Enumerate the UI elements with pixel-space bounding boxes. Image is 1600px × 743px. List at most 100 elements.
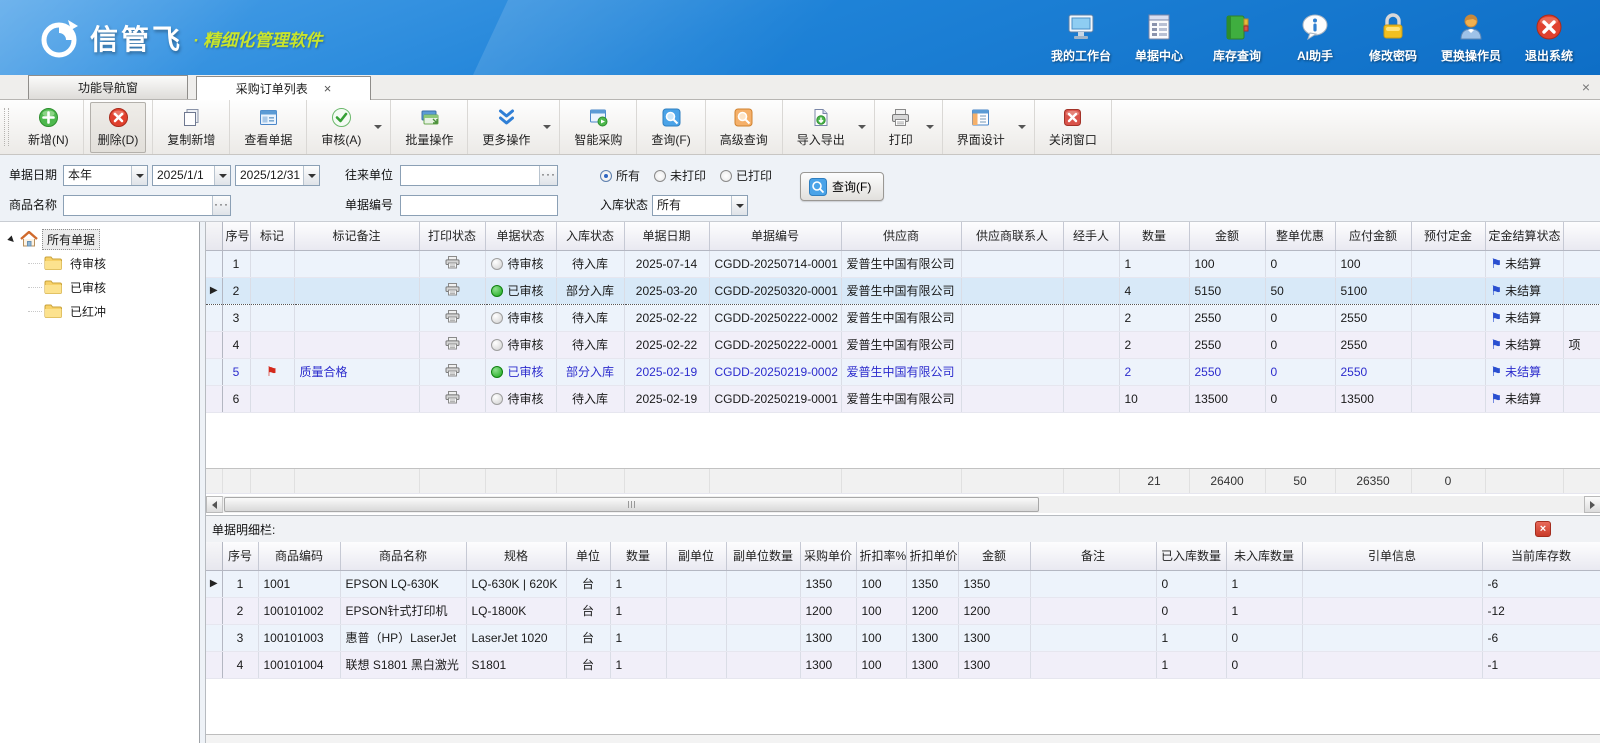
number-input[interactable] xyxy=(401,196,557,215)
close-icon[interactable]: × xyxy=(1535,521,1551,537)
toolbar-adv-query-button[interactable]: 高级查询 xyxy=(706,100,783,154)
tree-item-approved[interactable]: 已审核 xyxy=(0,275,199,299)
print-radio-所有[interactable]: 所有 xyxy=(600,167,640,184)
tab-nav[interactable]: 功能导航窗 xyxy=(28,75,188,99)
order-row[interactable]: 4待审核待入库2025-02-22CGDD-20250222-0001爱普生中国… xyxy=(206,331,1600,358)
detail-col-header[interactable]: 商品名称 xyxy=(340,542,466,570)
orders-col-header[interactable]: 数量 xyxy=(1119,222,1189,250)
detail-col-header[interactable]: 单位 xyxy=(566,542,610,570)
detail-col-header[interactable]: 数量 xyxy=(610,542,666,570)
toolbar-audit-button[interactable]: 审核(A) xyxy=(307,100,391,154)
detail-col-header[interactable]: 已入库数量 xyxy=(1156,542,1226,570)
tree-item-reversed[interactable]: 已红冲 xyxy=(0,299,199,323)
detail-col-header[interactable]: 备注 xyxy=(1030,542,1156,570)
chevron-down-icon[interactable] xyxy=(543,125,551,129)
order-row[interactable]: ▶2已审核部分入库2025-03-20CGDD-20250320-0001爱普生… xyxy=(206,277,1600,304)
toolbar-delete-button[interactable]: 删除(D) xyxy=(84,100,154,154)
partner-input[interactable] xyxy=(401,166,539,185)
detail-row[interactable]: 3100101003惠普（HP）LaserJetLaserJet 1020台11… xyxy=(206,624,1600,651)
toolbar-imp-exp-button[interactable]: 导入导出 xyxy=(783,100,875,154)
chevron-down-icon[interactable] xyxy=(1018,125,1026,129)
quick-action-operator[interactable]: 更换操作员 xyxy=(1432,10,1510,64)
quick-action-ai[interactable]: AI助手 xyxy=(1276,10,1354,64)
tab-close-icon[interactable]: × xyxy=(324,84,332,94)
detail-col-header[interactable]: 引单信息 xyxy=(1302,542,1482,570)
query-button[interactable]: 查询(F) xyxy=(800,172,884,201)
storage-select[interactable]: 所有 xyxy=(652,195,748,216)
detail-col-header[interactable]: 当前库存数 xyxy=(1482,542,1600,570)
detail-row[interactable]: ▶11001EPSON LQ-630KLQ-630K | 620K台113501… xyxy=(206,570,1600,597)
detail-row[interactable]: 4100101004联想 S1801 黑白激光S1801台11300100130… xyxy=(206,651,1600,678)
quick-action-inventory[interactable]: 库存查询 xyxy=(1198,10,1276,64)
orders-col-header[interactable] xyxy=(1563,222,1600,250)
detail-col-header[interactable]: 折扣率% xyxy=(856,542,906,570)
tab-orders[interactable]: 采购订单列表× xyxy=(196,76,371,100)
toolbar-batch-button[interactable]: 批量操作 xyxy=(391,100,468,154)
orders-col-header[interactable]: 标记备注 xyxy=(294,222,419,250)
orders-col-header[interactable]: 经手人 xyxy=(1063,222,1119,250)
detail-col-header[interactable]: 采购单价 xyxy=(800,542,856,570)
orders-col-header[interactable]: 打印状态 xyxy=(419,222,485,250)
tree-item-all[interactable]: ▶所有单据 xyxy=(0,227,199,251)
orders-col-header[interactable]: 预付定金 xyxy=(1411,222,1485,250)
product-input[interactable] xyxy=(64,196,212,215)
orders-col-header[interactable]: 序号 xyxy=(222,222,250,250)
scrollbar-thumb[interactable] xyxy=(224,497,1039,512)
detail-col-header[interactable]: 未入库数量 xyxy=(1226,542,1302,570)
ellipsis-button[interactable]: ··· xyxy=(539,166,557,185)
toolbar-ui-design-button[interactable]: 界面设计 xyxy=(943,100,1035,154)
orders-col-header[interactable]: 应付金额 xyxy=(1335,222,1411,250)
detail-col-header[interactable]: 折扣单价 xyxy=(906,542,958,570)
orders-col-header[interactable]: 单据日期 xyxy=(624,222,709,250)
chevron-down-icon[interactable] xyxy=(926,125,934,129)
scroll-right-icon[interactable] xyxy=(1584,496,1600,513)
order-row[interactable]: 6待审核待入库2025-02-19CGDD-20250219-0001爱普生中国… xyxy=(206,385,1600,412)
detail-col-header[interactable]: 规格 xyxy=(466,542,566,570)
chevron-down-icon[interactable] xyxy=(731,196,747,215)
date-to-select[interactable]: 2025/12/31 xyxy=(235,165,320,186)
chevron-down-icon[interactable] xyxy=(858,125,866,129)
order-row[interactable]: 1待审核待入库2025-07-14CGDD-20250714-0001爱普生中国… xyxy=(206,250,1600,277)
date-range-select[interactable]: 本年 xyxy=(63,165,148,186)
detail-col-header[interactable]: 商品编码 xyxy=(258,542,340,570)
detail-col-header[interactable]: 金额 xyxy=(958,542,1030,570)
orders-col-header[interactable]: 供应商 xyxy=(841,222,961,250)
tree-expander-icon[interactable]: ▶ xyxy=(5,232,20,247)
print-radio-已打印[interactable]: 已打印 xyxy=(720,167,772,184)
toolbar-smart-buy-button[interactable]: 智能采购 xyxy=(560,100,637,154)
ellipsis-button[interactable]: ··· xyxy=(212,196,230,215)
quick-action-exit[interactable]: 退出系统 xyxy=(1510,10,1588,64)
tabstrip-close-icon[interactable]: × xyxy=(1582,79,1590,95)
horizontal-scrollbar[interactable] xyxy=(206,496,1600,513)
orders-col-header[interactable]: 供应商联系人 xyxy=(961,222,1063,250)
orders-col-header[interactable]: 单据状态 xyxy=(485,222,556,250)
chevron-down-icon[interactable] xyxy=(214,166,230,185)
print-radio-未打印[interactable]: 未打印 xyxy=(654,167,706,184)
toolbar-view-doc-button[interactable]: 查看单据 xyxy=(230,100,307,154)
chevron-down-icon[interactable] xyxy=(131,166,147,185)
chevron-down-icon[interactable] xyxy=(303,166,319,185)
quick-action-doc-center[interactable]: 单据中心 xyxy=(1120,10,1198,64)
order-row[interactable]: 5⚑质量合格已审核部分入库2025-02-19CGDD-20250219-000… xyxy=(206,358,1600,385)
toolbar-add-button[interactable]: 新增(N) xyxy=(14,100,84,154)
orders-col-header[interactable]: 标记 xyxy=(250,222,294,250)
chevron-down-icon[interactable] xyxy=(374,125,382,129)
toolbar-copy-add-button[interactable]: 复制新增 xyxy=(153,100,230,154)
toolbar-query-button[interactable]: 查询(F) xyxy=(637,100,705,154)
orders-col-header[interactable]: 入库状态 xyxy=(556,222,624,250)
orders-col-header[interactable]: 整单优惠 xyxy=(1265,222,1335,250)
order-row[interactable]: 3待审核待入库2025-02-22CGDD-20250222-0002爱普生中国… xyxy=(206,304,1600,331)
detail-bottom-scrollbar[interactable] xyxy=(206,734,1600,743)
toolbar-more-button[interactable]: 更多操作 xyxy=(468,100,560,154)
tree-item-pending[interactable]: 待审核 xyxy=(0,251,199,275)
orders-col-header[interactable]: 定金结算状态 xyxy=(1485,222,1563,250)
scroll-left-icon[interactable] xyxy=(206,496,223,513)
toolbar-print-button[interactable]: 打印 xyxy=(875,100,943,154)
orders-col-header[interactable]: 金额 xyxy=(1189,222,1265,250)
detail-col-header[interactable]: 副单位数量 xyxy=(726,542,800,570)
quick-action-password[interactable]: 修改密码 xyxy=(1354,10,1432,64)
toolbar-close-win-button[interactable]: 关闭窗口 xyxy=(1035,100,1112,154)
detail-row[interactable]: 2100101002EPSON针式打印机LQ-1800K台11200100120… xyxy=(206,597,1600,624)
detail-col-header[interactable]: 副单位 xyxy=(666,542,726,570)
detail-col-header[interactable]: 序号 xyxy=(222,542,258,570)
